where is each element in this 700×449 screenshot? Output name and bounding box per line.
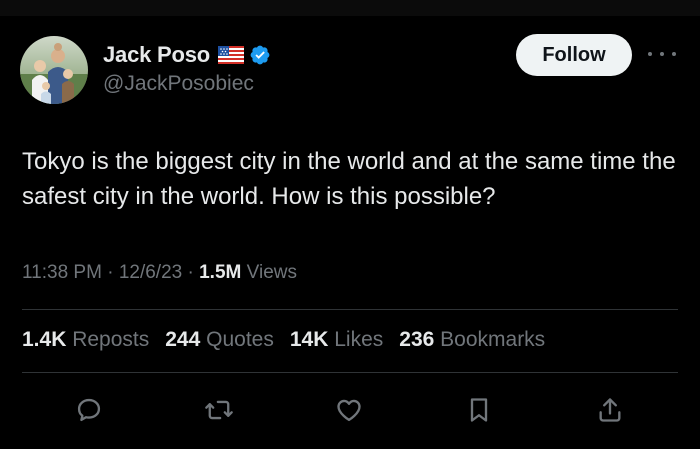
- tweet-text: Tokyo is the biggest city in the world a…: [22, 148, 676, 210]
- stat-count: 236: [399, 328, 435, 351]
- engagement-stats: 1.4K Reposts 244 Quotes 14K Likes 236 Bo…: [22, 328, 561, 352]
- stat-label: Quotes: [206, 328, 274, 351]
- stat-count: 244: [165, 328, 201, 351]
- separator: ·: [107, 262, 114, 283]
- separator: ·: [187, 262, 194, 283]
- status-bar-strip: [0, 0, 700, 16]
- views-count[interactable]: 1.5M: [199, 262, 241, 283]
- divider: [22, 309, 678, 310]
- stat-likes[interactable]: 14K Likes: [290, 328, 383, 352]
- tweet-time[interactable]: 11:38 PM: [22, 262, 102, 283]
- bookmark-icon[interactable]: [459, 390, 499, 430]
- reply-icon[interactable]: [69, 390, 109, 430]
- follow-button[interactable]: Follow: [516, 34, 632, 76]
- stat-count: 1.4K: [22, 328, 67, 351]
- author-name-row: Jack Poso: [103, 41, 271, 69]
- dot: [648, 52, 652, 56]
- avatar[interactable]: [20, 36, 88, 104]
- share-icon[interactable]: [590, 390, 630, 430]
- avatar-photo: [20, 36, 88, 104]
- tweet-date[interactable]: 12/6/23: [119, 262, 182, 283]
- dot: [660, 52, 664, 56]
- divider: [22, 372, 678, 373]
- stat-count: 14K: [289, 328, 329, 351]
- stat-label: Reposts: [72, 328, 150, 351]
- tweet-meta: 11:38 PM · 12/6/23 · 1.5M Views: [22, 262, 297, 284]
- stat-label: Likes: [334, 328, 384, 351]
- verified-badge-icon[interactable]: [249, 44, 271, 66]
- stat-reposts[interactable]: 1.4K Reposts: [22, 328, 149, 352]
- more-options-icon[interactable]: [648, 44, 676, 64]
- stat-label: Bookmarks: [440, 328, 546, 351]
- author-handle[interactable]: @JackPosobiec: [103, 72, 254, 96]
- like-icon[interactable]: [329, 390, 369, 430]
- stat-quotes[interactable]: 244 Quotes: [165, 328, 274, 352]
- dot: [672, 52, 676, 56]
- author-display-name[interactable]: Jack Poso: [103, 42, 210, 68]
- views-label[interactable]: Views: [247, 262, 297, 283]
- action-bar: [0, 390, 700, 430]
- stat-bookmarks[interactable]: 236 Bookmarks: [399, 328, 545, 352]
- repost-icon[interactable]: [199, 390, 239, 430]
- us-flag-icon: [218, 46, 245, 64]
